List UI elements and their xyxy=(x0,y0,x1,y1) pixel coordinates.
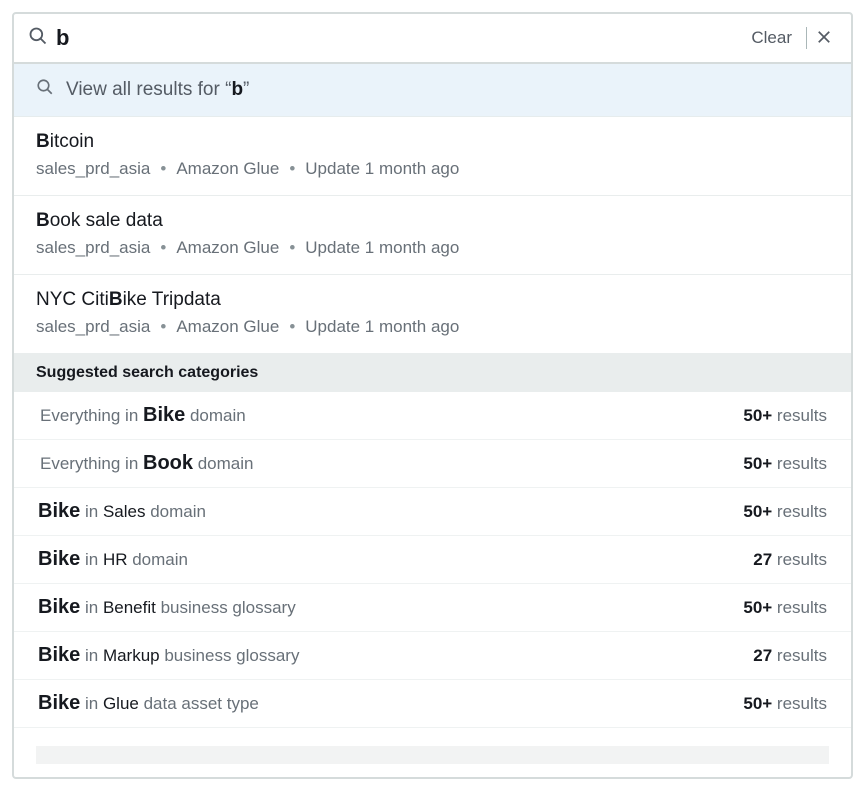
separator-dot: • xyxy=(289,159,295,179)
category-label: Bike in HR domain xyxy=(38,548,188,571)
search-input[interactable] xyxy=(48,21,743,55)
search-result[interactable]: Book sale data sales_prd_asia • Amazon Glue… xyxy=(14,196,851,275)
category-count: 50+ results xyxy=(743,454,827,474)
result-meta: sales_prd_asia • Amazon Glue • Update 1 mont… xyxy=(36,159,829,179)
search-result[interactable]: NYC CitiBike Tripdata sales_prd_asia • Amaz… xyxy=(14,275,851,354)
result-updated: Update 1 month ago xyxy=(305,238,459,258)
result-service: Amazon Glue xyxy=(176,159,279,179)
category-label: Everything in Book domain xyxy=(40,452,253,475)
view-all-text: View all results for “b” xyxy=(66,79,249,101)
category-count: 50+ results xyxy=(743,598,827,618)
category-label: Bike in Glue data asset type xyxy=(38,692,259,715)
category-label: Bike in Sales domain xyxy=(38,500,206,523)
search-suggest-panel: Clear View all results for “b” Bitcoin sa… xyxy=(12,12,853,779)
separator-dot: • xyxy=(160,238,166,258)
category-count: 50+ results xyxy=(743,502,827,522)
result-meta: sales_prd_asia • Amazon Glue • Update 1 mont… xyxy=(36,317,829,337)
category-count: 27 results xyxy=(753,646,827,666)
category-row[interactable]: Bike in HR domain 27 results xyxy=(14,536,851,584)
category-row[interactable]: Bike in Benefit business glossary 50+ res… xyxy=(14,584,851,632)
result-title: Book sale data xyxy=(36,210,829,232)
separator-dot: • xyxy=(160,317,166,337)
search-result[interactable]: Bitcoin sales_prd_asia • Amazon Glue • Update… xyxy=(14,117,851,196)
search-icon xyxy=(36,78,54,102)
search-bar: Clear xyxy=(14,14,851,64)
search-icon xyxy=(28,26,48,51)
result-meta: sales_prd_asia • Amazon Glue • Update 1 mont… xyxy=(36,238,829,258)
quote-close: ” xyxy=(243,79,249,100)
close-icon xyxy=(815,34,833,49)
separator-dot: • xyxy=(160,159,166,179)
category-label: Bike in Markup business glossary xyxy=(38,644,299,667)
view-all-results-row[interactable]: View all results for “b” xyxy=(14,64,851,117)
result-source: sales_prd_asia xyxy=(36,238,150,258)
category-count: 50+ results xyxy=(743,694,827,714)
result-service: Amazon Glue xyxy=(176,238,279,258)
result-updated: Update 1 month ago xyxy=(305,159,459,179)
category-row[interactable]: Everything in Book domain 50+ results xyxy=(14,440,851,488)
category-row[interactable]: Bike in Markup business glossary 27 resul… xyxy=(14,632,851,680)
result-source: sales_prd_asia xyxy=(36,317,150,337)
category-label: Bike in Benefit business glossary xyxy=(38,596,296,619)
category-row[interactable]: Everything in Bike domain 50+ results xyxy=(14,392,851,440)
suggested-categories-header: Suggested search categories xyxy=(14,354,851,392)
result-updated: Update 1 month ago xyxy=(305,317,459,337)
separator-dot: • xyxy=(289,317,295,337)
result-source: sales_prd_asia xyxy=(36,159,150,179)
category-count: 27 results xyxy=(753,550,827,570)
divider xyxy=(806,27,807,49)
clear-button[interactable]: Clear xyxy=(743,24,800,52)
result-title: Bitcoin xyxy=(36,131,829,153)
category-count: 50+ results xyxy=(743,406,827,426)
view-all-prefix: View all results for xyxy=(66,79,225,100)
close-button[interactable] xyxy=(811,24,837,53)
dropdown-body: View all results for “b” Bitcoin sales_pr… xyxy=(14,64,851,764)
view-all-query: b xyxy=(231,79,243,100)
result-service: Amazon Glue xyxy=(176,317,279,337)
category-row[interactable]: Bike in Glue data asset type 50+ results xyxy=(14,680,851,728)
category-label: Everything in Bike domain xyxy=(40,404,246,427)
category-row[interactable]: Bike in Sales domain 50+ results xyxy=(14,488,851,536)
footer-placeholder xyxy=(36,746,829,764)
separator-dot: • xyxy=(289,238,295,258)
result-title: NYC CitiBike Tripdata xyxy=(36,289,829,311)
